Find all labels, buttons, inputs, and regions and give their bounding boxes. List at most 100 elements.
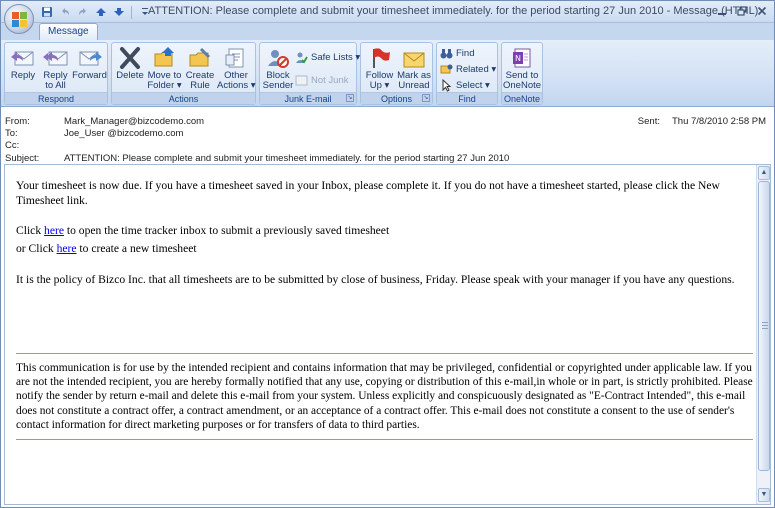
sent-value: Thu 7/8/2010 2:58 PM (671, 116, 766, 127)
create-rule-icon (187, 46, 213, 70)
link-line-1-prefix: Click (16, 224, 45, 237)
other-actions-label-line2: Actions ▾ (217, 80, 256, 91)
body-link-line-2: or Click here to create a new timesheet (16, 241, 753, 256)
junk-email-dialog-launcher-icon[interactable]: ↘ (346, 94, 354, 102)
not-junk-label: Not Junk (311, 74, 349, 86)
link-line-2-suffix: to create a new timesheet (76, 242, 197, 255)
sent-row: Sent: Thu 7/8/2010 2:58 PM (638, 116, 766, 127)
next-item-icon[interactable] (111, 5, 126, 20)
office-button[interactable] (4, 4, 34, 34)
previous-item-icon[interactable] (93, 5, 108, 20)
group-options: Follow Up ▾ Mark as Unread Options ↘ (360, 42, 433, 105)
cc-label: Cc: (5, 140, 20, 151)
reply-all-button[interactable]: Reply to All (39, 44, 72, 92)
forward-button[interactable]: Forward (72, 44, 107, 92)
office-logo-icon (12, 12, 27, 27)
disclaimer-text: This communication is for use by the int… (16, 362, 753, 431)
reply-icon (10, 46, 36, 70)
onenote-icon: N (509, 46, 535, 70)
group-find: Find Related ▾ Select ▾ Find (436, 42, 498, 105)
grip-line (762, 322, 768, 323)
create-rule-button[interactable]: Create Rule (183, 44, 217, 92)
forward-icon (77, 46, 103, 70)
flag-icon (367, 46, 393, 70)
block-sender-icon (265, 46, 291, 70)
to-value[interactable]: Joe_User @bizcodemo.com (64, 128, 183, 139)
grip-line (762, 328, 768, 329)
subject-value: ATTENTION: Please complete and submit yo… (64, 153, 510, 164)
from-value[interactable]: Mark_Manager@bizcodemo.com (64, 116, 204, 127)
message-content: Your timesheet is now due. If you have a… (16, 178, 753, 287)
restore-icon[interactable] (733, 3, 751, 19)
follow-up-button[interactable]: Follow Up ▾ (363, 44, 396, 92)
select-button[interactable]: Select ▾ (440, 77, 490, 93)
to-label: To: (5, 128, 18, 139)
link-line-2-prefix: or Click (16, 242, 57, 255)
group-actions: Delete Move to Folder ▾ Create Rule Othe… (111, 42, 256, 105)
group-onenote-label: OneNote (502, 92, 542, 104)
disclaimer-top-divider (16, 353, 753, 354)
scroll-up-icon[interactable]: ▲ (758, 166, 770, 180)
new-timesheet-link[interactable]: here (57, 242, 77, 255)
safe-lists-label: Safe Lists ▾ (311, 51, 361, 63)
redo-icon[interactable] (75, 5, 90, 20)
cc-row: Cc: (5, 140, 64, 152)
disclaimer-bottom-divider (16, 439, 753, 440)
follow-up-label-line2: Up ▾ (369, 80, 390, 91)
mark-as-unread-label-line2: Unread (398, 80, 430, 91)
related-button[interactable]: Related ▾ (440, 61, 496, 77)
from-row: From: Mark_Manager@bizcodemo.com (5, 116, 204, 128)
reply-all-label-line2: to All (45, 80, 66, 91)
not-junk-button[interactable]: Not Junk (295, 72, 349, 88)
message-body[interactable]: Your timesheet is now due. If you have a… (4, 164, 771, 505)
svg-text:N: N (515, 54, 521, 63)
group-respond-label: Respond (5, 92, 107, 104)
block-sender-label-line2: Sender (262, 80, 294, 91)
options-dialog-launcher-icon[interactable]: ↘ (422, 94, 430, 102)
delete-icon (117, 46, 143, 70)
save-icon[interactable] (39, 5, 54, 20)
move-to-folder-button[interactable]: Move to Folder ▾ (146, 44, 183, 92)
title-bar: ATTENTION: Please complete and submit yo… (1, 1, 774, 23)
window-controls (713, 3, 771, 19)
other-actions-button[interactable]: Other Actions ▾ (217, 44, 256, 92)
related-label: Related ▾ (456, 63, 497, 75)
select-cursor-icon (440, 78, 453, 92)
other-actions-icon (223, 46, 249, 70)
reply-all-icon (42, 46, 69, 70)
subject-label: Subject: (5, 153, 40, 164)
minimize-icon[interactable] (713, 3, 731, 19)
reply-button[interactable]: Reply (7, 44, 39, 92)
tab-message[interactable]: Message (39, 23, 98, 40)
related-icon (440, 63, 453, 76)
scrollbar-thumb[interactable] (758, 181, 770, 471)
not-junk-icon (295, 74, 308, 87)
body-paragraph-3: It is the policy of Bizco Inc. that all … (16, 273, 735, 286)
outlook-message-window: ATTENTION: Please complete and submit yo… (0, 0, 775, 508)
send-to-onenote-button[interactable]: N Send to OneNote (503, 44, 541, 92)
group-actions-label: Actions (112, 92, 255, 104)
sent-label: Sent: (637, 116, 660, 127)
group-find-label: Find (437, 92, 497, 104)
safe-lists-icon (295, 51, 308, 64)
grip-line (762, 325, 768, 326)
group-onenote: N Send to OneNote OneNote (501, 42, 543, 105)
safe-lists-button[interactable]: Safe Lists ▾ (295, 49, 360, 65)
mark-as-unread-button[interactable]: Mark as Unread (396, 44, 432, 92)
find-button[interactable]: Find (440, 45, 474, 61)
block-sender-button[interactable]: Block Sender (262, 44, 294, 92)
saved-timesheet-link[interactable]: here (44, 224, 64, 237)
close-icon[interactable] (753, 3, 771, 19)
group-junk-email: Block Sender Safe Lists ▾ Not Junk Junk … (259, 42, 360, 105)
unread-envelope-icon (401, 46, 427, 70)
scroll-down-icon[interactable]: ▼ (758, 488, 770, 502)
send-to-onenote-label-line2: OneNote (503, 80, 542, 91)
delete-button[interactable]: Delete (114, 44, 146, 92)
delete-label: Delete (116, 70, 144, 81)
undo-icon[interactable] (57, 5, 72, 20)
link-line-1-suffix: to open the time tracker inbox to submit… (63, 224, 390, 237)
vertical-scrollbar[interactable]: ▲ ▼ (756, 165, 770, 504)
body-link-line-1: Click here to open the time tracker inbo… (16, 223, 753, 238)
group-junk-email-label: Junk E-mail (260, 92, 356, 104)
message-header: From: Mark_Manager@bizcodemo.com To: Joe_U… (1, 109, 774, 164)
